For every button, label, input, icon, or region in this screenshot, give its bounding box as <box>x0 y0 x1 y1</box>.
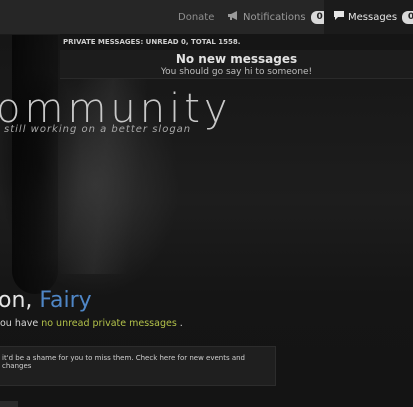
nav-donate-link[interactable]: Donate <box>178 0 214 34</box>
messages-count-badge: 0 <box>402 10 413 24</box>
site-slogan: still working on a better slogan <box>4 124 192 135</box>
background-tree-shape <box>12 34 58 294</box>
events-notice-box: it'd be a shame for you to miss them. Ch… <box>0 346 276 386</box>
welcome-prefix: on, <box>0 288 33 313</box>
no-messages-title: No new messages <box>175 52 298 66</box>
nav-messages-label: Messages <box>348 11 398 23</box>
nav-messages-link[interactable]: Messages 0 <box>324 0 413 34</box>
events-notice-text[interactable]: it'd be a shame for you to miss them. Ch… <box>2 354 275 370</box>
nav-notifications-label: Notifications <box>243 11 306 23</box>
unread-pre-text: ou have <box>0 318 39 329</box>
no-messages-subtitle: You should go say hi to someone! <box>160 67 313 77</box>
speech-bubble-icon <box>334 11 344 23</box>
private-messages-summary[interactable]: PRIVATE MESSAGES: UNREAD 0, TOTAL 1558. <box>60 34 413 50</box>
nav-donate-label: Donate <box>178 11 215 23</box>
top-navigation-bar: Donate Notifications 0 Messages 0 <box>0 0 413 35</box>
welcome-username[interactable]: Fairy <box>39 288 91 313</box>
bottom-edge-control <box>0 401 18 407</box>
welcome-heading: on, Fairy <box>0 288 92 313</box>
unread-messages-line: ou have no unread private messages . <box>0 318 183 329</box>
nav-notifications-link[interactable]: Notifications 0 <box>228 0 329 34</box>
unread-post-text: . <box>179 318 183 329</box>
unread-messages-link[interactable]: no unread private messages <box>41 318 177 329</box>
megaphone-icon <box>228 11 239 23</box>
messages-dropdown: PRIVATE MESSAGES: UNREAD 0, TOTAL 1558. … <box>60 34 413 79</box>
